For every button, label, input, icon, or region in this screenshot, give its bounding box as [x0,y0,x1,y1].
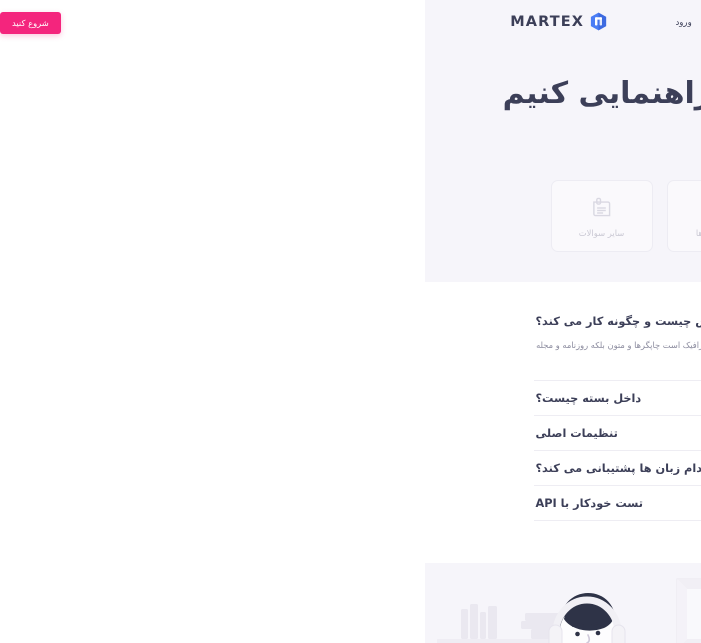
faq-item-header[interactable]: تنظیمات اصلی + [109,416,593,450]
hero-section: چطور میتوانیم شما را راهنمایی کنیم ؟ سای… [0,45,701,282]
faq-item-header[interactable]: مارتکس از کدام زبان ها پشتیبانی می کند؟ … [109,451,593,485]
nav-link-faq[interactable]: سوالات متداول [277,18,351,28]
faq-toggle-plus-icon[interactable]: + [579,426,591,441]
category-card-plan-pricing-label: قیمت پلن ها [271,228,314,238]
faq-question: مارتکس چیست و چگونه کار می کند؟ [111,315,315,328]
category-card-plan-pricing[interactable]: قیمت پلن ها [242,180,344,252]
document-list-icon [164,195,190,221]
nav-links: شرکت فرصت مطالعاتی قیمت ها سوالات متداول… [240,0,533,45]
faq-item: مارتکس چیست و چگونه کار می کند؟ − لورم ا… [109,304,593,381]
faq-section: مارتکس چیست و چگونه کار می کند؟ − لورم ا… [0,282,701,521]
faq-question: تنظیمات اصلی [111,427,193,440]
shirt-tie-icon [396,195,422,221]
faq-item-header[interactable]: مارتکس چیست و چگونه کار می کند؟ − [109,304,593,338]
top-navigation-bar: MARTEX شرکت فرصت مطالعاتی قیمت ها سوالات… [0,0,701,45]
page-title: چطور میتوانیم شما را راهنمایی کنیم ؟ [0,73,701,158]
brand-name: MARTEX [85,14,159,30]
category-card-list: سایر سوالات قیمت پلن ها حساب کاربری شروع… [0,180,701,252]
category-card-other-questions-label: سایر سوالات [154,228,200,238]
faq-question: مارتکس از کدام زبان ها پشتیبانی می کند؟ [111,462,348,475]
nav-link-login[interactable]: ورود [240,18,276,28]
cube-logo-icon [165,12,182,31]
nav-link-company-label: شرکت [492,18,516,28]
category-card-user-account[interactable]: حساب کاربری [358,180,460,252]
faq-item: مارتکس از کدام زبان ها پشتیبانی می کند؟ … [109,451,593,486]
faq-toggle-plus-icon[interactable]: + [579,496,591,511]
faq-question: تست خودکار با API [111,497,219,510]
chevron-down-icon [519,22,523,25]
category-card-user-account-label: حساب کاربری [384,228,434,238]
category-card-other-questions[interactable]: سایر سوالات [126,180,228,252]
faq-toggle-plus-icon[interactable]: + [579,391,591,406]
category-card-get-started[interactable]: شروع کنید [474,180,576,252]
faq-toggle-plus-icon[interactable]: + [579,461,591,476]
nav-link-company[interactable]: شرکت [482,18,533,28]
faq-toggle-minus-icon[interactable]: − [579,314,591,329]
faq-item: تست خودکار با API + [109,486,593,521]
faq-item: تنظیمات اصلی + [109,416,593,451]
still-need-help-section: هنوز نیاز به راهنمایی دارید؟ از تماس با … [0,563,701,643]
tools-icon [512,195,538,221]
faq-answer: لورم ایپسوم متن ساختگی با تولید سادگی نا… [109,338,593,380]
nav-link-case-study[interactable]: فرصت مطالعاتی [401,18,482,28]
faq-item-header[interactable]: داخل بسته چیست؟ + [109,381,593,415]
nav-link-pricing[interactable]: قیمت ها [351,18,401,28]
faq-item-header[interactable]: تست خودکار با API + [109,486,593,520]
faq-question: داخل بسته چیست؟ [111,392,217,405]
faq-list: مارتکس چیست و چگونه کار می کند؟ − لورم ا… [109,304,593,521]
category-card-get-started-label: شروع کنید [506,228,543,238]
brand-logo[interactable]: MARTEX [85,12,182,31]
price-tag-icon [280,195,306,221]
faq-item: داخل بسته چیست؟ + [109,381,593,416]
person-with-headset-at-laptop-icon [0,563,360,643]
support-illustration [0,563,360,643]
